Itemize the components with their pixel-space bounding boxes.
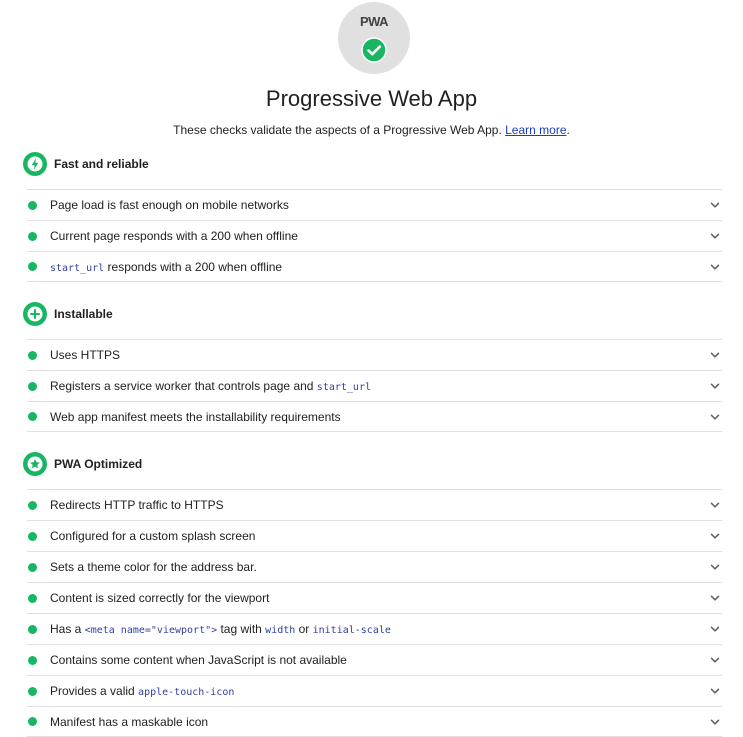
audit-row[interactable]: start_url responds with a 200 when offli… bbox=[27, 251, 722, 282]
audit-title: Page load is fast enough on mobile netwo… bbox=[50, 198, 709, 212]
group-title: Installable bbox=[54, 307, 113, 321]
group-header: Fast and reliable bbox=[23, 152, 149, 176]
audit-text: Provides a valid bbox=[50, 684, 139, 698]
pass-indicator-icon bbox=[28, 412, 37, 421]
chevron-down-icon[interactable] bbox=[709, 530, 721, 542]
chevron-down-icon[interactable] bbox=[709, 685, 721, 697]
chevron-down-icon[interactable] bbox=[709, 199, 721, 211]
chevron-down-icon[interactable] bbox=[709, 230, 721, 242]
pass-indicator-icon bbox=[28, 717, 37, 726]
plus-icon bbox=[23, 302, 47, 326]
audit-text: tag with bbox=[217, 622, 266, 636]
audit-row[interactable]: Manifest has a maskable icon bbox=[27, 706, 722, 737]
chevron-down-icon[interactable] bbox=[709, 349, 721, 361]
pwa-logo-text: PWA bbox=[359, 14, 389, 29]
page-title: Progressive Web App bbox=[265, 86, 478, 111]
learn-more-link[interactable]: Learn more bbox=[505, 123, 566, 137]
audit-row[interactable]: Provides a valid apple-touch-icon bbox=[27, 675, 722, 706]
audit-title: Web app manifest meets the installabilit… bbox=[50, 410, 709, 424]
pass-indicator-icon bbox=[28, 562, 37, 572]
chevron-down-icon[interactable] bbox=[709, 411, 721, 423]
audit-text: Current page responds with a 200 when of… bbox=[50, 229, 298, 243]
chevron-down-icon[interactable] bbox=[709, 561, 721, 573]
pass-indicator-icon bbox=[28, 531, 37, 541]
pass-indicator-icon bbox=[28, 381, 37, 391]
audit-code-snippet: start_url bbox=[50, 262, 105, 274]
audit-text: Web app manifest meets the installabilit… bbox=[50, 409, 341, 424]
audit-row[interactable]: Sets a theme color for the address bar. bbox=[27, 551, 722, 582]
audit-code-snippet: <meta name="viewport"> bbox=[84, 625, 218, 636]
audit-text: or bbox=[295, 622, 313, 636]
group-title: PWA Optimized bbox=[54, 457, 143, 471]
audit-title: Uses HTTPS bbox=[50, 348, 709, 362]
audit-row[interactable]: Redirects HTTP traffic to HTTPS bbox=[27, 489, 722, 520]
audit-text: Has a bbox=[50, 622, 85, 636]
chevron-down-icon[interactable] bbox=[709, 716, 721, 728]
group-header: PWA Optimized bbox=[23, 452, 142, 476]
audit-text: Content is sized correctly for the viewp… bbox=[50, 591, 270, 605]
audit-title: Content is sized correctly for the viewp… bbox=[50, 591, 709, 605]
audit-text: Page load is fast enough on mobile netwo… bbox=[50, 198, 289, 212]
audit-row[interactable]: Registers a service worker that controls… bbox=[27, 370, 722, 401]
audit-title: Contains some content when JavaScript is… bbox=[50, 653, 709, 667]
audit-row[interactable]: Has a <meta name="viewport"> tag with wi… bbox=[27, 613, 722, 644]
audit-row[interactable]: Configured for a custom splash screen bbox=[27, 520, 722, 551]
audit-title: Registers a service worker that controls… bbox=[50, 379, 709, 393]
audit-row[interactable]: Page load is fast enough on mobile netwo… bbox=[27, 189, 722, 220]
audit-row[interactable]: Uses HTTPS bbox=[27, 339, 722, 370]
chevron-down-icon[interactable] bbox=[709, 499, 721, 511]
pass-indicator-icon bbox=[28, 686, 37, 696]
pass-indicator-icon bbox=[28, 500, 37, 510]
description-text: These checks validate the aspects of a P… bbox=[173, 123, 502, 137]
audit-row[interactable]: Contains some content when JavaScript is… bbox=[27, 644, 722, 675]
audit-title: Manifest has a maskable icon bbox=[50, 715, 709, 729]
pass-indicator-icon bbox=[28, 200, 37, 210]
audit-code-snippet: start_url bbox=[316, 382, 371, 393]
pass-indicator-icon bbox=[28, 655, 37, 665]
star-icon bbox=[23, 452, 47, 476]
audit-text: Sets a theme color for the address bar. bbox=[50, 560, 257, 574]
chevron-down-icon[interactable] bbox=[709, 654, 721, 666]
chevron-down-icon[interactable] bbox=[709, 592, 721, 604]
audit-text: Contains some content when JavaScript is… bbox=[50, 653, 347, 667]
chevron-down-icon[interactable] bbox=[709, 380, 721, 392]
lightning-bolt-icon bbox=[23, 152, 47, 176]
audit-title: Configured for a custom splash screen bbox=[50, 529, 709, 543]
audit-code-snippet: width bbox=[265, 625, 296, 636]
check-icon bbox=[361, 37, 387, 63]
audit-title: Provides a valid apple-touch-icon bbox=[50, 684, 709, 698]
group-title: Fast and reliable bbox=[54, 157, 149, 171]
audit-text: Registers a service worker that controls… bbox=[50, 379, 317, 393]
chevron-down-icon[interactable] bbox=[709, 623, 721, 635]
audit-row[interactable]: Content is sized correctly for the viewp… bbox=[27, 582, 722, 613]
audit-text: Manifest has a maskable icon bbox=[50, 714, 209, 729]
category-description: These checks validate the aspects of a P… bbox=[0, 123, 743, 137]
audit-code-snippet: initial-scale bbox=[312, 625, 391, 636]
audit-title: Has a <meta name="viewport"> tag with wi… bbox=[50, 622, 709, 636]
audit-text: responds with a 200 when offline bbox=[104, 259, 283, 274]
pass-indicator-icon bbox=[28, 262, 37, 271]
chevron-down-icon[interactable] bbox=[709, 261, 721, 273]
audit-row[interactable]: Current page responds with a 200 when of… bbox=[27, 220, 722, 251]
audit-text: Redirects HTTP traffic to HTTPS bbox=[50, 498, 224, 512]
group-header: Installable bbox=[23, 302, 113, 326]
pass-indicator-icon bbox=[28, 624, 37, 634]
audit-title: Current page responds with a 200 when of… bbox=[50, 229, 709, 243]
audit-text: Uses HTTPS bbox=[50, 348, 121, 362]
audit-title: Sets a theme color for the address bar. bbox=[50, 560, 709, 574]
audit-text: Configured for a custom splash screen bbox=[50, 529, 256, 543]
pass-indicator-icon bbox=[28, 593, 37, 603]
audit-row[interactable]: Web app manifest meets the installabilit… bbox=[27, 401, 722, 432]
pwa-score-badge: PWA bbox=[338, 2, 410, 74]
pass-indicator-icon bbox=[28, 231, 37, 241]
description-period: . bbox=[566, 123, 570, 137]
audit-title: start_url responds with a 200 when offli… bbox=[50, 260, 709, 274]
audit-title: Redirects HTTP traffic to HTTPS bbox=[50, 498, 709, 512]
audit-code-snippet: apple-touch-icon bbox=[138, 687, 235, 698]
pass-indicator-icon bbox=[28, 350, 37, 360]
